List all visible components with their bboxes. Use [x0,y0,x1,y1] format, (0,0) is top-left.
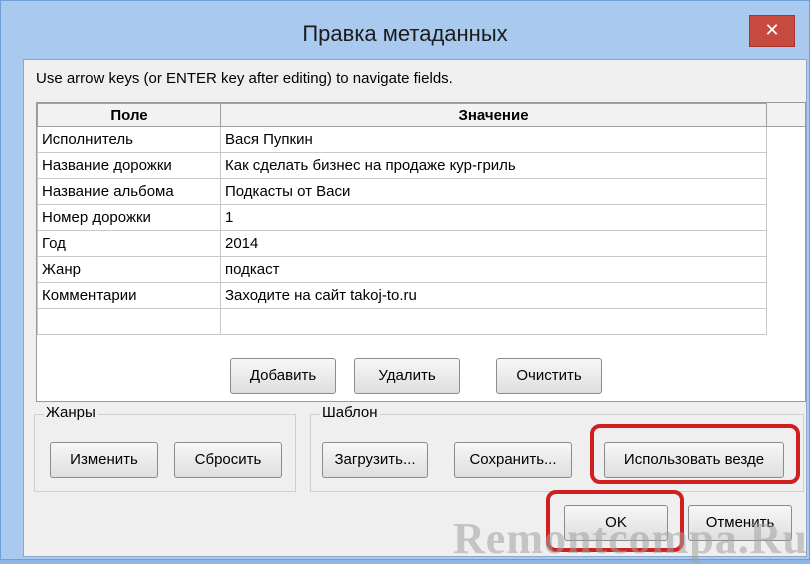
reset-genres-button[interactable]: Сбросить [174,442,282,478]
table-row[interactable]: Название альбома Подкасты от Васи [37,178,767,205]
edit-genres-button[interactable]: Изменить [50,442,158,478]
column-header-value[interactable]: Значение [220,103,767,127]
field-cell[interactable]: Номер дорожки [37,204,221,231]
save-template-button[interactable]: Сохранить... [454,442,572,478]
value-cell[interactable]: Заходите на сайт takoj-to.ru [220,282,767,309]
value-cell[interactable]: 1 [220,204,767,231]
value-cell[interactable]: Вася Пупкин [220,126,767,153]
close-button[interactable]: ✕ [749,15,795,47]
table-row[interactable]: Исполнитель Вася Пупкин [37,126,767,153]
delete-button[interactable]: Удалить [354,358,460,394]
field-cell[interactable]: Жанр [37,256,221,283]
field-cell[interactable]: Исполнитель [37,126,221,153]
title-bar[interactable]: Правка метаданных ✕ [1,1,809,59]
column-header-field[interactable]: Поле [37,103,221,127]
value-cell[interactable]: Подкасты от Васи [220,178,767,205]
value-cell[interactable] [220,308,767,335]
table-header-row: Поле Значение [37,103,767,127]
use-everywhere-highlight [590,424,800,484]
value-cell[interactable]: Как сделать бизнес на продаже кур-гриль [220,152,767,179]
genres-group-label: Жанры [44,404,98,421]
metadata-dialog: Правка метаданных ✕ Use arrow keys (or E… [0,0,810,563]
table-row-empty[interactable] [37,308,767,335]
dialog-body: Use arrow keys (or ENTER key after editi… [23,59,807,563]
table-row[interactable]: Год 2014 [37,230,767,257]
dialog-title: Правка метаданных [302,21,508,46]
clear-button[interactable]: Очистить [496,358,602,394]
metadata-table[interactable]: Поле Значение Исполнитель Вася Пупкин Наз… [36,102,806,402]
navigation-hint: Use arrow keys (or ENTER key after editi… [36,70,453,87]
table-row[interactable]: Комментарии Заходите на сайт takoj-to.ru [37,282,767,309]
template-group-label: Шаблон [320,404,380,421]
field-cell[interactable] [37,308,221,335]
field-cell[interactable]: Название альбома [37,178,221,205]
field-cell[interactable]: Год [37,230,221,257]
load-template-button[interactable]: Загрузить... [322,442,428,478]
value-cell[interactable]: подкаст [220,256,767,283]
watermark: Remontcompa.Ru [453,514,808,563]
add-button[interactable]: Добавить [230,358,336,394]
field-cell[interactable]: Название дорожки [37,152,221,179]
value-cell[interactable]: 2014 [220,230,767,257]
header-filler [767,103,805,127]
table-row[interactable]: Номер дорожки 1 [37,204,767,231]
table-row[interactable]: Жанр подкаст [37,256,767,283]
close-icon: ✕ [764,20,780,40]
field-cell[interactable]: Комментарии [37,282,221,309]
table-row[interactable]: Название дорожки Как сделать бизнес на пр… [37,152,767,179]
